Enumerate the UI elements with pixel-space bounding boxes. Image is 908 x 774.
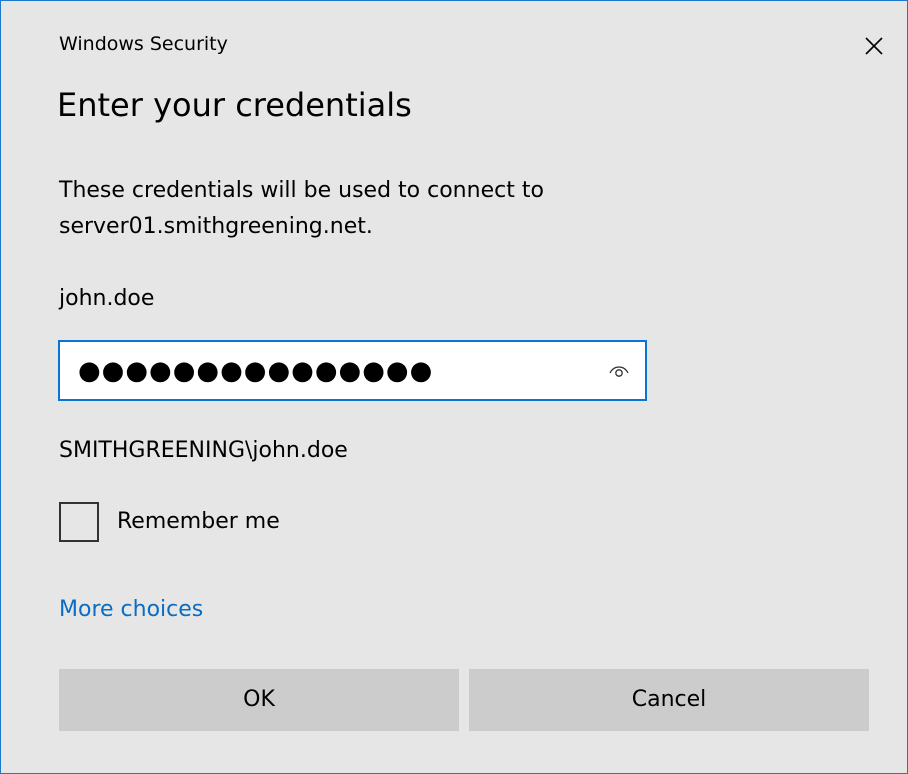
remember-me-checkbox[interactable] [59,502,99,542]
domain-user-label: SMITHGREENING\john.doe [59,438,348,463]
eye-icon[interactable] [606,361,632,381]
password-field-container[interactable] [58,340,647,401]
message-line-1: These credentials will be used to connec… [59,178,544,203]
credentials-dialog: Windows Security Enter your credentials … [0,0,908,774]
cancel-button[interactable]: Cancel [469,669,869,731]
remember-me-label[interactable]: Remember me [117,505,280,539]
password-field[interactable] [78,352,598,390]
ok-button[interactable]: OK [59,669,459,731]
dialog-heading: Enter your credentials [57,86,412,124]
close-icon [865,37,883,55]
more-choices-link[interactable]: More choices [59,593,203,627]
window-title: Windows Security [59,33,228,55]
remember-me-option[interactable]: Remember me [59,501,319,543]
username-label: john.doe [59,286,155,311]
message-line-2: server01.smithgreening.net. [59,214,373,239]
close-button[interactable] [851,25,895,65]
dialog-message: These credentials will be used to connec… [59,173,839,245]
